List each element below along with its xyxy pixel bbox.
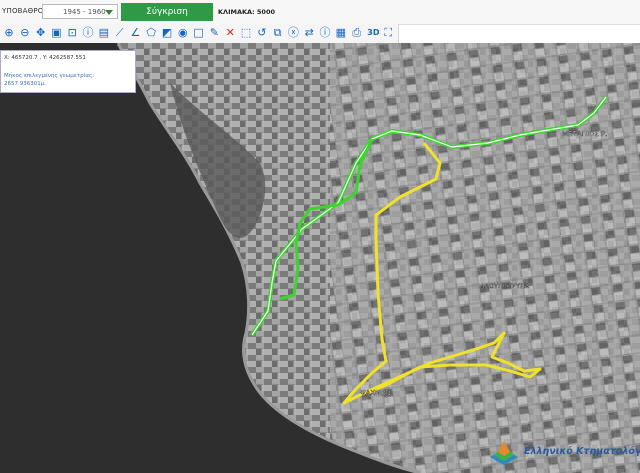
measure-value: 2657.936301μ.: [4, 81, 46, 87]
place-label-metapios: ΜΕΤΑΠΙΟΣ Ρ.: [562, 130, 607, 138]
scale-label: ΚΛΙΜΑΚΑ: 5000: [218, 8, 276, 16]
measure-point-icon[interactable]: ▤: [97, 26, 111, 40]
draw-circle-icon[interactable]: ◉: [176, 26, 190, 40]
logo-mark-icon: [490, 441, 518, 465]
measure-angle-icon[interactable]: ∠: [128, 26, 142, 40]
period-value: 1945 - 1960: [63, 8, 106, 16]
print-icon[interactable]: ⎙: [350, 26, 364, 40]
place-label-alopotrypa: ΑΛΟΥΠΟΤΡΥΠΑ: [480, 282, 530, 290]
cursor-coordinates: X: 465720.7 , Y: 4262587.551: [4, 55, 86, 61]
measure-label: Μήκος επιλεγμένης γεωμετρίας:: [4, 73, 95, 79]
aerial-map[interactable]: ΜΕΤΑΠΙΟΣ Ρ. ΑΛΟΥΠΟΤΡΥΠΑ ΨΑΧΝΩΝ: [0, 43, 640, 473]
layers-icon[interactable]: ▦: [334, 26, 348, 40]
basemap-label: ΥΠΟΒΑΘΡΟ:: [2, 7, 47, 15]
identify-icon[interactable]: ⓘ: [81, 26, 95, 40]
map-toolbar: ⊕ ⊖ ✥ ▣ ⊡ ⓘ ▤ ⟋ ∠ ⬠ ◩ ◉ □ ✎ ✕ ⬚ ↺ ⧉ ⓧ ⇄ ⓘ ▦ ⎙ 3D ⛶: [0, 24, 399, 44]
fullscreen-icon[interactable]: ⛶: [381, 26, 395, 40]
chevron-down-icon: [105, 10, 113, 15]
delete-icon[interactable]: ✕: [223, 26, 237, 40]
info-icon[interactable]: ⓘ: [318, 26, 332, 40]
edit-icon[interactable]: ✎: [207, 26, 221, 40]
top-bar: ΥΠΟΒΑΘΡΟ: 1945 - 1960 Σύγκριση υποβάθρων…: [0, 0, 640, 35]
measure-line-icon[interactable]: ⟋: [113, 26, 127, 40]
logo-text: Ελληνικό Κτηματολόγιο: [524, 446, 640, 457]
coordinates-panel: X: 465720.7 , Y: 4262587.551 Μήκος επιλε…: [0, 50, 136, 93]
zoom-out-icon[interactable]: ⊖: [18, 26, 32, 40]
zoom-in-icon[interactable]: ⊕: [2, 26, 16, 40]
draw-polygon-icon[interactable]: ⬠: [144, 26, 158, 40]
select-icon[interactable]: ⬚: [239, 26, 253, 40]
3d-icon[interactable]: 3D: [365, 26, 381, 40]
copy-icon[interactable]: ⧉: [271, 26, 285, 40]
pan-icon[interactable]: ✥: [34, 26, 48, 40]
coordinates-transform-icon[interactable]: ⇄: [302, 26, 316, 40]
place-label-psachnon: ΨΑΧΝΩΝ: [360, 389, 391, 397]
zoom-extent-icon[interactable]: ▣: [49, 26, 63, 40]
draw-square-icon[interactable]: □: [192, 26, 206, 40]
period-select[interactable]: 1945 - 1960: [42, 4, 118, 19]
ktimatologio-logo: Ελληνικό Κτηματολόγιο: [484, 436, 640, 473]
zoom-box-icon[interactable]: ⊡: [65, 26, 79, 40]
coordinates-icon[interactable]: ⓧ: [286, 26, 300, 40]
rotate-icon[interactable]: ↺: [255, 26, 269, 40]
compare-basemaps-button[interactable]: Σύγκριση υποβάθρων: [121, 3, 213, 35]
draw-line-icon[interactable]: ◩: [160, 26, 174, 40]
